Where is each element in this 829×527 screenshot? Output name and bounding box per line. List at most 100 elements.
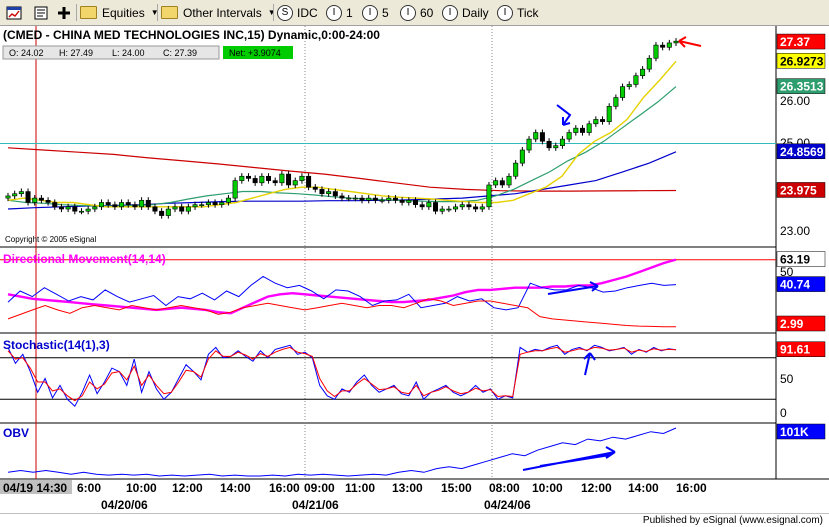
price-value-label: 40.74 [776, 276, 826, 292]
price-tick-26: 26.00 [780, 94, 810, 108]
daily-button[interactable]: I Daily [442, 3, 489, 22]
candle [159, 208, 165, 219]
candle [506, 173, 512, 189]
annotation-arrows [522, 36, 702, 471]
price-value-label: 101K [776, 423, 826, 440]
ma-red-line [7, 147, 677, 192]
candle [499, 177, 505, 189]
candle [359, 195, 365, 204]
net-change: Net: +3.9074 [229, 48, 281, 58]
tick-button[interactable]: I Tick [497, 3, 539, 22]
candle [573, 125, 579, 136]
obv-pane [7, 427, 677, 477]
candle [453, 203, 459, 213]
candle [479, 203, 485, 213]
ma-green-line [7, 86, 677, 207]
time-tick-label: 12:00 [581, 481, 612, 495]
ohlc-open: O: 24.02 [9, 48, 44, 58]
candle [152, 203, 158, 215]
equities-dropdown[interactable]: Equities ▼ [80, 3, 159, 22]
ohlc-high: H: 27.49 [59, 48, 93, 58]
candle [232, 177, 238, 202]
candle [299, 173, 305, 184]
candle [626, 81, 632, 90]
time-tick-label: 15:00 [441, 481, 472, 495]
candle [219, 199, 225, 208]
time-tick-label: 10:00 [532, 481, 563, 495]
candle [18, 188, 24, 197]
svg-text:63.19: 63.19 [780, 253, 810, 267]
candle [245, 173, 251, 182]
candle [600, 116, 606, 125]
svg-text:26.9273: 26.9273 [780, 54, 824, 68]
chart-area[interactable]: (CMED - CHINA MED TECHNOLOGIES INC,15) D… [0, 26, 829, 513]
toolbar: Equities ▼ Other Intervals ▼ S IDC I 1 I… [0, 0, 829, 26]
candle [379, 197, 385, 204]
properties-icon[interactable] [33, 3, 49, 22]
candle [640, 66, 646, 79]
toolbar-separator [157, 4, 158, 21]
candle [399, 197, 405, 206]
candle [372, 195, 378, 204]
candle [172, 203, 178, 213]
candle [252, 175, 258, 186]
dmi-pane [0, 258, 776, 328]
time-tick-label: 16:00 [269, 481, 300, 495]
candle [326, 188, 332, 197]
time-tick-label: 11:00 [345, 481, 375, 495]
stoch-tick-0: 0 [780, 406, 787, 420]
price-value-label: 91.61 [776, 341, 826, 357]
interval-60-button[interactable]: I 60 [400, 3, 433, 22]
interval-1-label: 1 [346, 5, 353, 20]
stochastic-title: Stochastic(14(1),3) [3, 338, 110, 352]
candle [279, 171, 285, 186]
candle [266, 173, 272, 184]
interval-1-button[interactable]: I 1 [326, 3, 353, 22]
svg-text:91.61: 91.61 [780, 343, 810, 357]
price-value-label: 26.9273 [776, 53, 826, 69]
publisher-credit: Published by eSignal (www.esignal.com) [0, 513, 829, 527]
time-tick-label: 16:00 [676, 481, 707, 495]
chart-title: (CMED - CHINA MED TECHNOLOGIES INC,15) D… [3, 28, 380, 42]
candle [272, 177, 278, 186]
svg-text:2.99: 2.99 [780, 317, 804, 331]
chevron-down-icon: ▼ [267, 8, 276, 17]
time-tick-label: 13:00 [392, 481, 423, 495]
session-start-label: 04/19 14:30 [3, 481, 67, 495]
stochastic-series-line [7, 344, 677, 408]
interval-5-button[interactable]: I 5 [362, 3, 389, 22]
candle [586, 120, 592, 136]
folder-icon [161, 6, 178, 19]
chart-window-icon[interactable] [6, 3, 22, 22]
svg-text:26.3513: 26.3513 [780, 80, 824, 94]
candle [38, 195, 44, 204]
candle [653, 42, 659, 62]
svg-text:40.74: 40.74 [780, 278, 810, 292]
candle [12, 190, 18, 199]
add-study-icon[interactable] [57, 3, 71, 22]
candle [165, 205, 171, 219]
dmi-title: Directional Movement(14,14) [3, 252, 166, 266]
idc-button[interactable]: S IDC [277, 3, 318, 22]
interval-i-icon: I [362, 4, 378, 21]
candle [673, 38, 679, 46]
svg-text:27.37: 27.37 [780, 35, 810, 49]
candle [139, 197, 145, 210]
ohlc-close: C: 27.39 [163, 48, 197, 58]
candle [666, 39, 672, 51]
toolbar-separator [273, 4, 274, 21]
candle [179, 203, 185, 215]
time-tick-label: 12:00 [172, 481, 203, 495]
stochastic-pane [0, 344, 776, 408]
copyright: Copyright © 2005 eSignal [5, 235, 97, 244]
date-label: 04/24/06 [484, 498, 531, 512]
candle [132, 201, 138, 210]
other-intervals-dropdown[interactable]: Other Intervals ▼ [161, 3, 276, 22]
candle [119, 199, 125, 210]
interval-i-icon: I [326, 4, 342, 21]
blue-arrow-icon [583, 352, 596, 376]
date-label: 04/21/06 [292, 498, 339, 512]
candle [579, 125, 585, 136]
time-tick-label: 08:00 [489, 481, 520, 495]
tick-label: Tick [517, 5, 539, 20]
